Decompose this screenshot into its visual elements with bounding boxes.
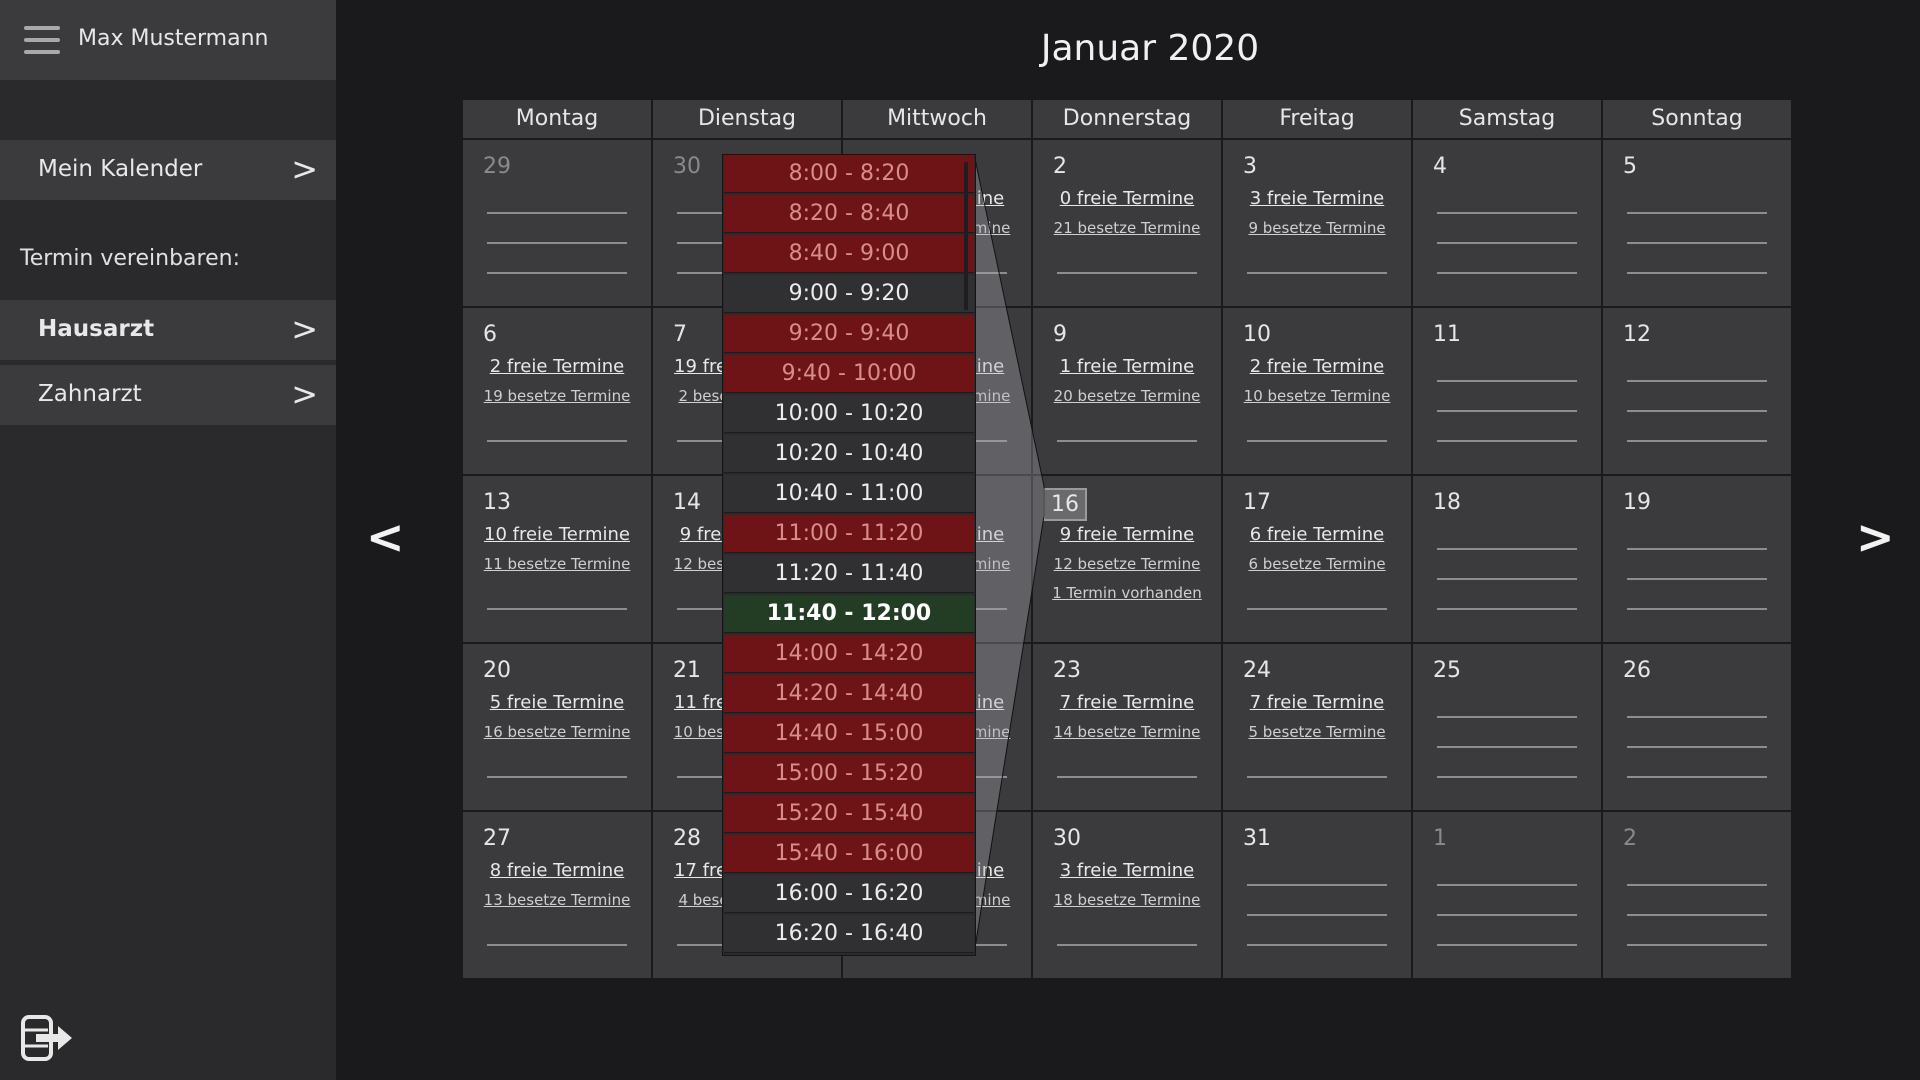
timeslot-busy[interactable]: 15:40 - 16:00 — [724, 835, 974, 873]
timeslot-busy[interactable]: 14:00 - 14:20 — [724, 635, 974, 673]
timeslot-busy[interactable]: 8:20 - 8:40 — [724, 195, 974, 233]
dropdown-scrollbar[interactable] — [964, 162, 968, 310]
timeslot-selected[interactable]: 11:40 - 12:00 — [724, 595, 974, 633]
timeslot-busy[interactable]: 15:20 - 15:40 — [724, 795, 974, 833]
timeslot-busy[interactable]: 11:00 - 11:20 — [724, 515, 974, 553]
timeslot-dropdown[interactable]: 8:00 - 8:20 8:20 - 8:40 8:40 - 9:00 9:00 - … — [722, 154, 976, 956]
timeslot-busy[interactable]: 9:40 - 10:00 — [724, 355, 974, 393]
timeslot-free[interactable]: 11:20 - 11:40 — [724, 555, 974, 593]
timeslot-free[interactable]: 10:40 - 11:00 — [724, 475, 974, 513]
timeslot-busy[interactable]: 14:40 - 15:00 — [724, 715, 974, 753]
timeslot-busy[interactable]: 8:00 - 8:20 — [724, 155, 974, 193]
timeslot-free[interactable]: 10:20 - 10:40 — [724, 435, 974, 473]
timeslot-free[interactable]: 10:00 - 10:20 — [724, 395, 974, 433]
timeslot-free[interactable]: 16:00 - 16:20 — [724, 875, 974, 913]
timeslot-busy[interactable]: 9:20 - 9:40 — [724, 315, 974, 353]
timeslot-busy[interactable]: 8:40 - 9:00 — [724, 235, 974, 273]
timeslot-busy[interactable]: 14:20 - 14:40 — [724, 675, 974, 713]
timeslot-free[interactable]: 16:20 - 16:40 — [724, 915, 974, 953]
timeslot-busy[interactable]: 15:00 - 15:20 — [724, 755, 974, 793]
timeslot-free[interactable]: 9:00 - 9:20 — [724, 275, 974, 313]
